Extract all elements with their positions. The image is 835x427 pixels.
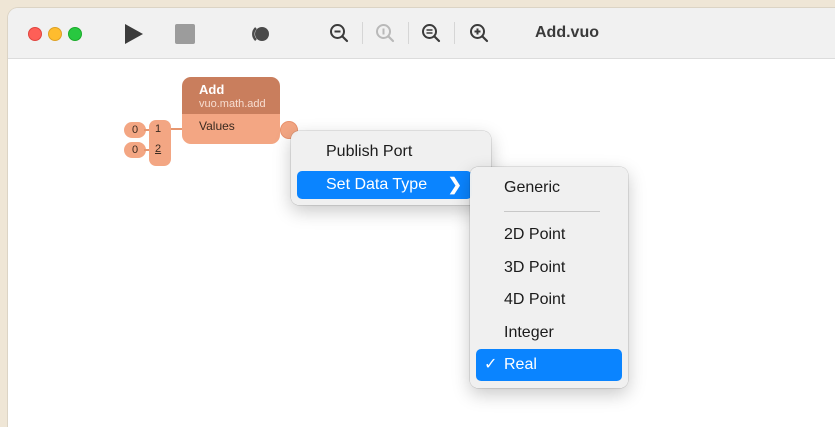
input-port-label: Values bbox=[199, 119, 235, 133]
submenu-data-type: Generic 2D Point 3D Point 4D Point Integ… bbox=[470, 167, 628, 388]
node-title: Add bbox=[199, 82, 225, 97]
menu-divider bbox=[504, 211, 600, 212]
constant-value-2[interactable]: 0 bbox=[124, 142, 146, 158]
menu-item-label: Integer bbox=[504, 324, 554, 341]
chevron-right-icon: ❯ bbox=[447, 175, 462, 194]
menu-item-label: Generic bbox=[504, 179, 561, 196]
menu-item-3d-point[interactable]: 3D Point bbox=[476, 254, 622, 282]
menu-item-label: 2D Point bbox=[504, 226, 566, 243]
stop-compositions-icon[interactable] bbox=[248, 22, 272, 46]
constant-value-1[interactable]: 0 bbox=[124, 122, 146, 138]
toolbar-separator bbox=[454, 22, 455, 44]
zoom-out-icon[interactable] bbox=[328, 22, 350, 44]
checkmark-icon: ✓ bbox=[484, 356, 498, 373]
stop-icon[interactable] bbox=[173, 22, 197, 46]
app-window: Add.vuo 0 0 1 2 Add vuo.math.add Values … bbox=[8, 8, 835, 427]
menu-item-publish-port[interactable]: Publish Port bbox=[297, 138, 485, 166]
list-item: 2 bbox=[155, 143, 162, 155]
menu-item-real[interactable]: ✓ Real bbox=[476, 349, 622, 381]
menu-item-label: 4D Point bbox=[504, 291, 566, 308]
node-header[interactable]: Add vuo.math.add bbox=[182, 77, 280, 114]
composition-canvas[interactable] bbox=[8, 59, 835, 427]
menu-item-label: 3D Point bbox=[504, 259, 566, 276]
list-item: 1 bbox=[155, 123, 162, 135]
zoom-to-fit-icon[interactable] bbox=[420, 22, 442, 44]
zoom-actual-icon[interactable] bbox=[374, 22, 396, 44]
window-title: Add.vuo bbox=[535, 24, 599, 41]
menu-item-label: Set Data Type bbox=[326, 176, 428, 193]
menu-item-generic[interactable]: Generic bbox=[476, 174, 622, 202]
zoom-in-icon[interactable] bbox=[468, 22, 490, 44]
toolbar-separator bbox=[408, 22, 409, 44]
context-menu: Publish Port Set Data Type ❯ bbox=[291, 131, 491, 205]
menu-item-label: Real bbox=[504, 356, 537, 373]
menu-item-4d-point[interactable]: 4D Point bbox=[476, 286, 622, 314]
toolbar-separator bbox=[362, 22, 363, 44]
menu-item-2d-point[interactable]: 2D Point bbox=[476, 221, 622, 249]
title-bar: Add.vuo bbox=[8, 8, 835, 59]
node-class-name: vuo.math.add bbox=[199, 98, 266, 110]
zoom-window-button[interactable] bbox=[68, 27, 82, 41]
minimize-window-button[interactable] bbox=[48, 27, 62, 41]
node-body[interactable]: Values bbox=[182, 114, 280, 144]
menu-item-label: Publish Port bbox=[326, 143, 413, 160]
run-icon[interactable] bbox=[120, 21, 146, 47]
make-list-node[interactable]: 1 2 bbox=[149, 120, 171, 166]
close-window-button[interactable] bbox=[28, 27, 42, 41]
menu-item-integer[interactable]: Integer bbox=[476, 319, 622, 347]
menu-item-set-data-type[interactable]: Set Data Type ❯ bbox=[297, 171, 472, 199]
